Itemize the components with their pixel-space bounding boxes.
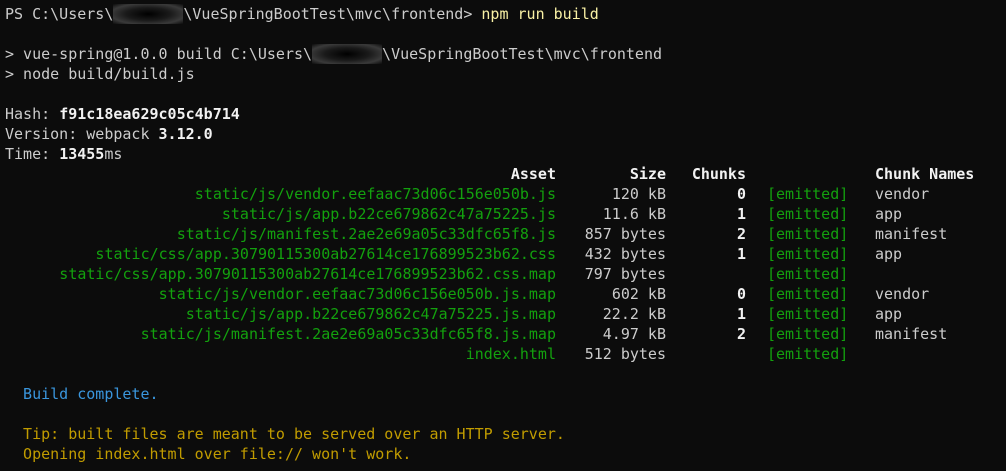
- asset-size: 22.2 kB: [602, 305, 666, 323]
- header-chunks: Chunks: [691, 165, 746, 183]
- asset-name: static/js/app.b22ce679862c47a75225.js.ma…: [185, 305, 556, 323]
- asset-chunk-name: manifest: [875, 225, 948, 243]
- time-unit: ms: [104, 145, 123, 163]
- table-row: static/css/app.30790115300ab27614ce17689…: [5, 264, 1006, 284]
- asset-status: [emitted]: [767, 205, 849, 223]
- asset-status: [emitted]: [767, 285, 849, 303]
- version-label: Version: webpack: [5, 125, 159, 143]
- redacted-username: [312, 44, 383, 64]
- asset-status: [emitted]: [767, 185, 849, 203]
- table-row: static/js/app.b22ce679862c47a75225.js 11.…: [5, 204, 1006, 224]
- asset-name: static/js/manifest.2ae2e69a05c33dfc65f8.…: [176, 225, 556, 243]
- asset-size: 11.6 kB: [602, 205, 666, 223]
- asset-size: 797 bytes: [584, 265, 666, 283]
- script-line-1-suffix: \VueSpringBootTest\mvc\frontend: [382, 45, 663, 63]
- asset-chunk: 1: [736, 205, 746, 223]
- asset-chunk: 1: [736, 305, 746, 323]
- asset-status: [emitted]: [767, 225, 849, 243]
- tip-message-line-2: Opening index.html over file:// won't wo…: [5, 445, 412, 463]
- version-value: 3.12.0: [158, 125, 213, 143]
- asset-name: static/js/vendor.eefaac73d06c156e050b.js…: [158, 285, 556, 303]
- asset-chunk-name: manifest: [875, 325, 948, 343]
- asset-status: [emitted]: [767, 345, 849, 363]
- table-row: static/js/manifest.2ae2e69a05c33dfc65f8.…: [5, 224, 1006, 244]
- build-complete-message: Build complete.: [5, 385, 159, 403]
- asset-chunk: 0: [736, 185, 746, 203]
- tip-message-line-1: Tip: built files are meant to be served …: [5, 425, 565, 443]
- asset-chunk: 2: [736, 225, 746, 243]
- table-row: static/js/app.b22ce679862c47a75225.js.ma…: [5, 304, 1006, 324]
- hash-value: f91c18ea629c05c4b714: [59, 105, 240, 123]
- asset-status: [emitted]: [767, 265, 849, 283]
- header-asset: Asset: [510, 165, 556, 183]
- table-row: static/js/vendor.eefaac73d06c156e050b.js…: [5, 184, 1006, 204]
- asset-name: index.html: [465, 345, 556, 363]
- hash-line: Hash: f91c18ea629c05c4b714: [5, 104, 1006, 124]
- table-row: static/js/manifest.2ae2e69a05c33dfc65f8.…: [5, 324, 1006, 344]
- asset-chunk-name: app: [875, 305, 903, 323]
- asset-name: static/css/app.30790115300ab27614ce17689…: [59, 265, 556, 283]
- time-line: Time: 13455ms: [5, 144, 1006, 164]
- asset-size: 4.97 kB: [602, 325, 666, 343]
- script-line-1: > vue-spring@1.0.0 build C:\Users\ \VueSp…: [5, 44, 1006, 64]
- redacted-username: [113, 4, 184, 24]
- time-label: Time:: [5, 145, 60, 163]
- asset-chunk-name: vendor: [875, 185, 930, 203]
- header-size: Size: [629, 165, 666, 183]
- asset-chunk-name: app: [875, 245, 903, 263]
- asset-chunk: 2: [736, 325, 746, 343]
- prompt-path: \VueSpringBootTest\mvc\frontend>: [183, 5, 482, 23]
- asset-chunk-name: app: [875, 205, 903, 223]
- version-line: Version: webpack 3.12.0: [5, 124, 1006, 144]
- prompt-line: PS C:\Users\ \VueSpringBootTest\mvc\front…: [5, 4, 1006, 24]
- table-row: static/css/app.30790115300ab27614ce17689…: [5, 244, 1006, 264]
- asset-size: 432 bytes: [584, 245, 666, 263]
- table-row: index.html 512 bytes [emitted]: [5, 344, 1006, 364]
- asset-status: [emitted]: [767, 325, 849, 343]
- asset-size: 602 kB: [611, 285, 666, 303]
- asset-name: static/css/app.30790115300ab27614ce17689…: [95, 245, 556, 263]
- script-line-1-prefix: > vue-spring@1.0.0 build C:\Users\: [5, 45, 313, 63]
- prompt-command: npm run build: [481, 5, 599, 23]
- hash-label: Hash:: [5, 105, 60, 123]
- prompt-prefix: PS C:\Users\: [5, 5, 114, 23]
- asset-size: 857 bytes: [584, 225, 666, 243]
- asset-status: [emitted]: [767, 245, 849, 263]
- terminal-window[interactable]: PS C:\Users\ \VueSpringBootTest\mvc\front…: [0, 0, 1006, 471]
- asset-name: static/js/vendor.eefaac73d06c156e050b.js: [194, 185, 556, 203]
- time-value: 13455: [59, 145, 105, 163]
- asset-size: 512 bytes: [584, 345, 666, 363]
- asset-name: static/js/app.b22ce679862c47a75225.js: [221, 205, 556, 223]
- header-chunk-names: Chunk Names: [875, 165, 975, 183]
- asset-chunk: 0: [736, 285, 746, 303]
- asset-status: [emitted]: [767, 305, 849, 323]
- asset-chunk: 1: [736, 245, 746, 263]
- asset-table-header: Asset Size Chunks Chunk Names: [5, 164, 1006, 184]
- asset-name: static/js/manifest.2ae2e69a05c33dfc65f8.…: [140, 325, 556, 343]
- asset-table-body: static/js/vendor.eefaac73d06c156e050b.js…: [5, 184, 1006, 364]
- script-line-2: > node build/build.js: [5, 65, 195, 83]
- asset-chunk-name: vendor: [875, 285, 930, 303]
- table-row: static/js/vendor.eefaac73d06c156e050b.js…: [5, 284, 1006, 304]
- asset-size: 120 kB: [611, 185, 666, 203]
